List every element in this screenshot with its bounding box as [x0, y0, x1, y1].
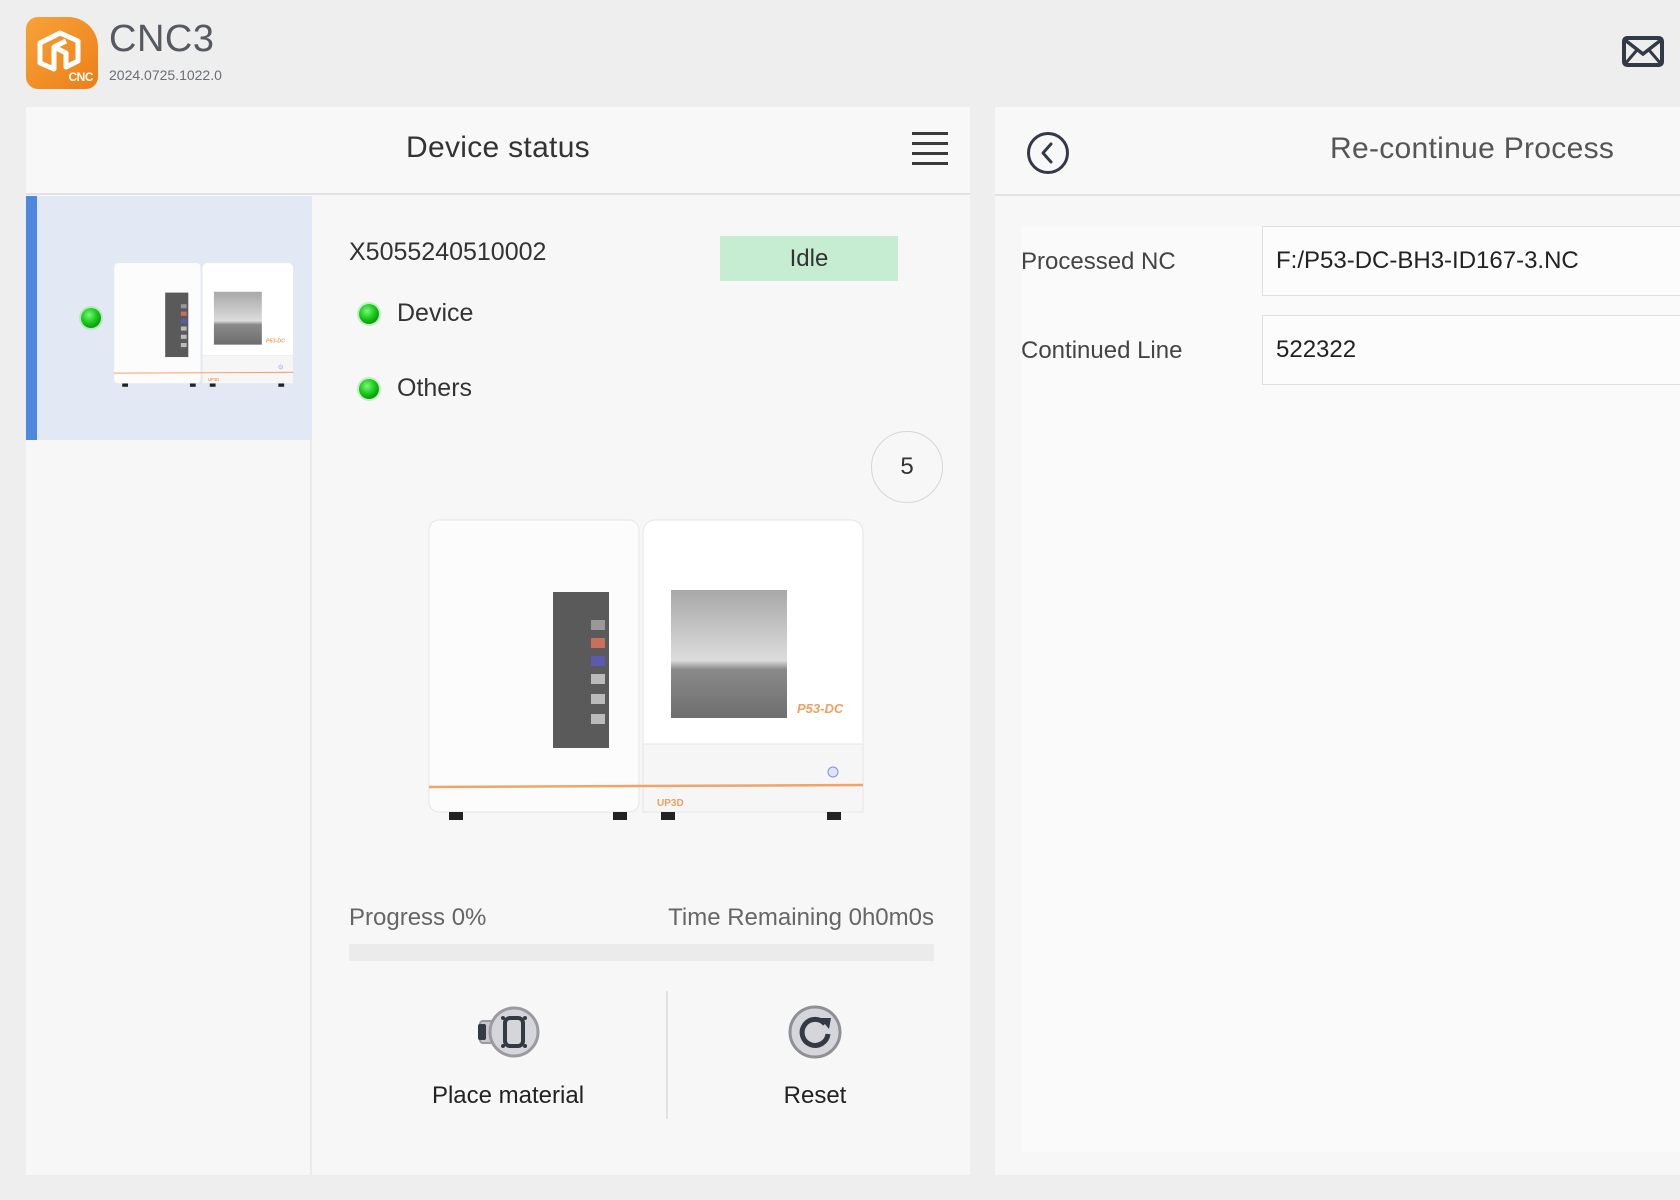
- back-arrow-icon: [1027, 132, 1069, 174]
- action-label: Place material: [431, 1082, 585, 1109]
- device-status-header: Device status: [26, 107, 970, 195]
- device-list: [26, 196, 312, 1175]
- app-version: 2024.0725.1022.0: [109, 67, 222, 83]
- action-divider: [666, 991, 668, 1119]
- menu-line: [912, 142, 948, 145]
- action-label: Reset: [783, 1082, 847, 1109]
- indicator-label: Others: [397, 374, 473, 402]
- place-material-button[interactable]: Place material: [362, 994, 654, 1134]
- device-detail: X5055240510002 Idle Device Others 5 Prog…: [314, 196, 970, 1175]
- menu-line: [912, 152, 948, 155]
- reset-icon: [788, 1005, 842, 1059]
- indicator-device: Device: [356, 299, 473, 328]
- panel-title: Device status: [406, 131, 590, 164]
- continued-line-input[interactable]: [1262, 315, 1680, 385]
- progress-bar: [349, 944, 934, 961]
- device-list-item[interactable]: [26, 196, 312, 440]
- status-badge: Idle: [720, 236, 898, 281]
- app-logo: CNC: [26, 17, 98, 89]
- panel-title: Re-continue Process: [1330, 132, 1615, 165]
- envelope-icon: [1622, 36, 1664, 67]
- continued-line-label: Continued Line: [1021, 337, 1183, 364]
- recontinue-header: Re-continue Process: [995, 107, 1680, 196]
- status-led-icon: [79, 306, 103, 330]
- recontinue-process-panel: Re-continue Process Processed NC Continu…: [995, 107, 1680, 1175]
- time-remaining-label: Time Remaining 0h0m0s: [668, 904, 934, 931]
- machine-thumbnail-icon: [113, 262, 294, 388]
- reset-button[interactable]: Reset: [669, 994, 961, 1134]
- recontinue-form: Processed NC Continued Line: [1021, 226, 1680, 1152]
- mail-button[interactable]: [1622, 36, 1664, 68]
- status-led-icon: [357, 376, 381, 401]
- hamburger-menu-icon: [912, 132, 948, 135]
- machine-image: P53-DC UP3D: [427, 518, 865, 822]
- count-badge[interactable]: 5: [871, 431, 943, 503]
- place-material-icon: [478, 1006, 540, 1058]
- logo-badge: CNC: [68, 70, 94, 84]
- indicator-label: Device: [397, 299, 474, 327]
- status-led-icon: [357, 301, 381, 326]
- progress-label: Progress 0%: [349, 904, 487, 931]
- device-status-panel: Device status X5055240510002 Idle Device…: [26, 107, 970, 1175]
- processed-nc-input[interactable]: [1262, 226, 1680, 296]
- menu-line: [912, 162, 948, 165]
- processed-nc-label: Processed NC: [1021, 248, 1176, 275]
- menu-button[interactable]: [912, 132, 948, 168]
- back-button[interactable]: [1026, 131, 1070, 175]
- indicator-others: Others: [356, 374, 472, 403]
- app-title: CNC3: [109, 18, 215, 60]
- device-serial: X5055240510002: [349, 238, 547, 266]
